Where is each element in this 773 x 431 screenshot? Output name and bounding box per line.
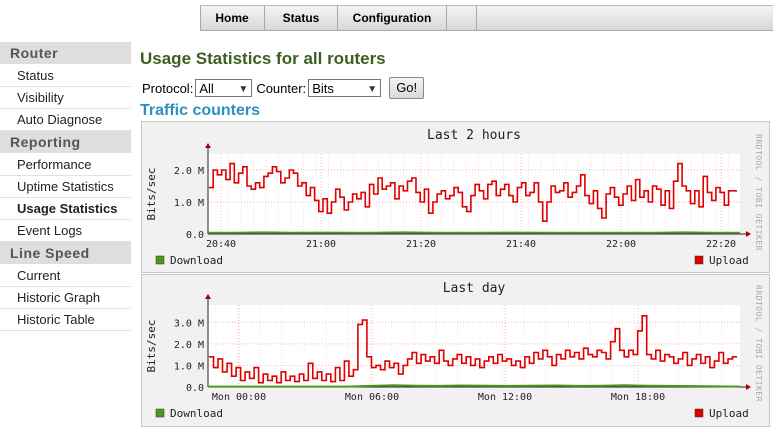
- section-title: Traffic counters: [140, 102, 260, 120]
- sidebar-item-performance[interactable]: Performance: [0, 154, 131, 176]
- chart-last-2-hours: Last 2 hours Bits/sec RRDTOOL / TOBI OETIK…: [141, 121, 770, 273]
- x-tick-label: Mon 06:00: [345, 392, 399, 403]
- sidebar-item-visibility[interactable]: Visibility: [0, 87, 131, 109]
- chevron-down-icon: ▼: [367, 81, 377, 99]
- nav-strip: Home Status Configuration: [200, 5, 773, 31]
- legend-swatch-download: [156, 409, 164, 417]
- go-button[interactable]: Go!: [389, 77, 424, 99]
- y-axis-arrow-icon: [205, 143, 211, 148]
- sidebar: Router Status Visibility Auto Diagnose R…: [0, 42, 131, 331]
- y-tick-label: 1.0 M: [174, 198, 204, 209]
- sidebar-section-line-speed: Line Speed: [0, 242, 131, 265]
- counter-label: Counter:: [256, 81, 306, 96]
- y-tick-label: 3.0 M: [174, 318, 204, 329]
- chart-title: Last 2 hours: [427, 128, 521, 143]
- sidebar-item-historic-table[interactable]: Historic Table: [0, 309, 131, 331]
- y-axis-arrow-icon: [205, 294, 211, 299]
- watermark: RRDTOOL / TOBI OETIKER: [754, 134, 763, 251]
- nav-divider: [476, 6, 477, 30]
- chart-svg: Last day Bits/sec RRDTOOL / TOBI OETIKER 3.…: [142, 275, 769, 426]
- sidebar-item-current[interactable]: Current: [0, 265, 131, 287]
- x-tick-label: 21:20: [406, 239, 436, 250]
- sidebar-item-auto-diagnose[interactable]: Auto Diagnose: [0, 109, 131, 131]
- sidebar-item-status[interactable]: Status: [0, 65, 131, 87]
- legend-swatch-download: [156, 256, 164, 264]
- legend-label-upload: Upload: [709, 254, 749, 267]
- legend-label-upload: Upload: [709, 407, 749, 420]
- counter-select[interactable]: Bits ▼: [308, 79, 381, 97]
- x-tick-label: 20:40: [206, 239, 236, 250]
- watermark: RRDTOOL / TOBI OETIKER: [754, 285, 763, 402]
- y-tick-label: 0.0: [186, 230, 204, 241]
- y-tick-label: 2.0 M: [174, 340, 204, 351]
- plot-area: [208, 305, 740, 387]
- chart-svg: Last 2 hours Bits/sec RRDTOOL / TOBI OETIK…: [142, 122, 769, 272]
- y-axis-label: Bits/sec: [145, 168, 158, 221]
- sidebar-section-router: Router: [0, 42, 131, 65]
- nav-status[interactable]: Status: [265, 6, 338, 30]
- sidebar-item-uptime-statistics[interactable]: Uptime Statistics: [0, 176, 131, 198]
- x-tick-label: Mon 18:00: [611, 392, 665, 403]
- x-axis-arrow-icon: [746, 384, 751, 390]
- counter-select-value: Bits: [312, 81, 334, 96]
- sidebar-item-usage-statistics[interactable]: Usage Statistics: [0, 198, 131, 220]
- x-tick-label: 21:40: [506, 239, 536, 250]
- x-tick-label: Mon 00:00: [212, 392, 266, 403]
- chart-last-day: Last day Bits/sec RRDTOOL / TOBI OETIKER 3.…: [141, 274, 770, 427]
- legend-label-download: Download: [170, 407, 223, 420]
- x-tick-label: 21:00: [306, 239, 336, 250]
- protocol-select[interactable]: All ▼: [195, 79, 252, 97]
- x-tick-label: Mon 12:00: [478, 392, 532, 403]
- sidebar-item-event-logs[interactable]: Event Logs: [0, 220, 131, 242]
- legend-label-download: Download: [170, 254, 223, 267]
- y-tick-label: 2.0 M: [174, 166, 204, 177]
- nav-home[interactable]: Home: [200, 6, 265, 30]
- y-tick-label: 1.0 M: [174, 361, 204, 372]
- x-axis-arrow-icon: [746, 231, 751, 237]
- nav-configuration[interactable]: Configuration: [338, 6, 447, 30]
- chart-title: Last day: [443, 281, 506, 296]
- sidebar-section-reporting: Reporting: [0, 131, 131, 154]
- y-tick-label: 0.0: [186, 383, 204, 394]
- chevron-down-icon: ▼: [238, 81, 248, 99]
- legend-swatch-upload: [695, 409, 703, 417]
- x-tick-label: 22:20: [706, 239, 736, 250]
- sidebar-item-historic-graph[interactable]: Historic Graph: [0, 287, 131, 309]
- protocol-select-value: All: [199, 81, 213, 96]
- protocol-label: Protocol:: [142, 81, 193, 96]
- x-tick-label: 22:00: [606, 239, 636, 250]
- legend-swatch-upload: [695, 256, 703, 264]
- y-axis-label: Bits/sec: [145, 320, 158, 373]
- filter-form: Protocol: All ▼ Counter: Bits ▼ Go!: [142, 76, 424, 100]
- top-nav-bar: Home Status Configuration: [0, 0, 773, 33]
- page-title: Usage Statistics for all routers: [140, 49, 386, 69]
